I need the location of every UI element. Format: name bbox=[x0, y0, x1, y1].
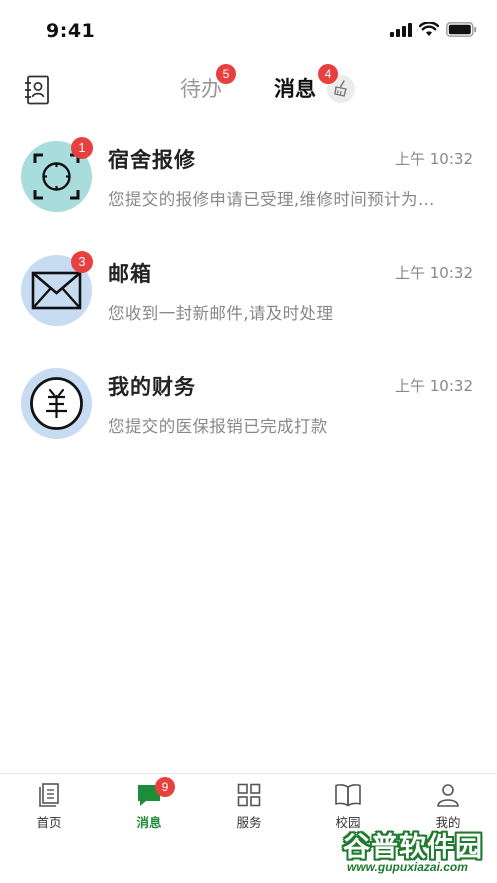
status-icons bbox=[390, 22, 477, 37]
header: 待办 5 消息 4 bbox=[0, 60, 497, 118]
tabbar-item-home[interactable]: 首页 bbox=[9, 782, 89, 842]
tabbar-badge: 9 bbox=[155, 777, 175, 797]
status-time: 9:41 bbox=[46, 20, 96, 42]
watermark-text: 谷普软件园 bbox=[343, 832, 483, 863]
tabbar-label: 服务 bbox=[236, 815, 262, 830]
message-item-finance[interactable]: 我的财务 上午 10:32 您提交的医保报销已完成打款 bbox=[0, 368, 497, 468]
message-badge: 3 bbox=[71, 251, 93, 273]
tab-messages[interactable]: 消息 bbox=[274, 73, 316, 103]
document-icon bbox=[39, 783, 59, 807]
signal-icon bbox=[390, 22, 412, 37]
tabbar-item-services[interactable]: 服务 bbox=[209, 782, 289, 842]
tab-messages-badge: 4 bbox=[318, 64, 338, 84]
message-preview: 您提交的报修申请已受理,维修时间预计为… bbox=[108, 190, 435, 209]
tabbar-item-messages[interactable]: 消息 9 bbox=[109, 777, 189, 842]
contacts-book-icon bbox=[25, 75, 49, 105]
message-preview: 您收到一封新邮件,请及时处理 bbox=[108, 304, 334, 323]
message-item-dorm-repair[interactable]: 1 宿舍报修 上午 10:32 您提交的报修申请已受理,维修时间预计为… bbox=[0, 137, 497, 241]
tabbar-label: 消息 bbox=[136, 815, 162, 830]
tabbar-label: 首页 bbox=[36, 815, 62, 830]
status-bar: 9:41 bbox=[0, 0, 497, 60]
grid-icon bbox=[237, 783, 261, 807]
message-avatar bbox=[21, 368, 92, 439]
message-time: 上午 10:32 bbox=[395, 377, 473, 395]
yuan-icon bbox=[30, 377, 83, 430]
message-item-mailbox[interactable]: 3 邮箱 上午 10:32 您收到一封新邮件,请及时处理 bbox=[0, 251, 497, 355]
watermark-logo: 谷普软件园 www.gupuxiazai.com bbox=[343, 825, 495, 877]
message-title: 我的财务 bbox=[108, 375, 196, 399]
battery-icon bbox=[446, 22, 477, 37]
message-time: 上午 10:32 bbox=[395, 150, 473, 168]
book-icon bbox=[335, 784, 361, 807]
wifi-icon bbox=[419, 22, 439, 36]
message-badge: 1 bbox=[71, 137, 93, 159]
message-title: 宿舍报修 bbox=[108, 148, 196, 172]
tab-messages-label: 消息 bbox=[274, 77, 316, 101]
message-title: 邮箱 bbox=[108, 262, 152, 286]
person-icon bbox=[437, 784, 459, 807]
contacts-button[interactable] bbox=[24, 75, 50, 105]
message-time: 上午 10:32 bbox=[395, 264, 473, 282]
tab-todo-label: 待办 bbox=[180, 77, 222, 101]
message-preview: 您提交的医保报销已完成打款 bbox=[108, 417, 328, 436]
tab-todo-badge: 5 bbox=[216, 64, 236, 84]
watermark-url: www.gupuxiazai.com bbox=[347, 860, 468, 874]
